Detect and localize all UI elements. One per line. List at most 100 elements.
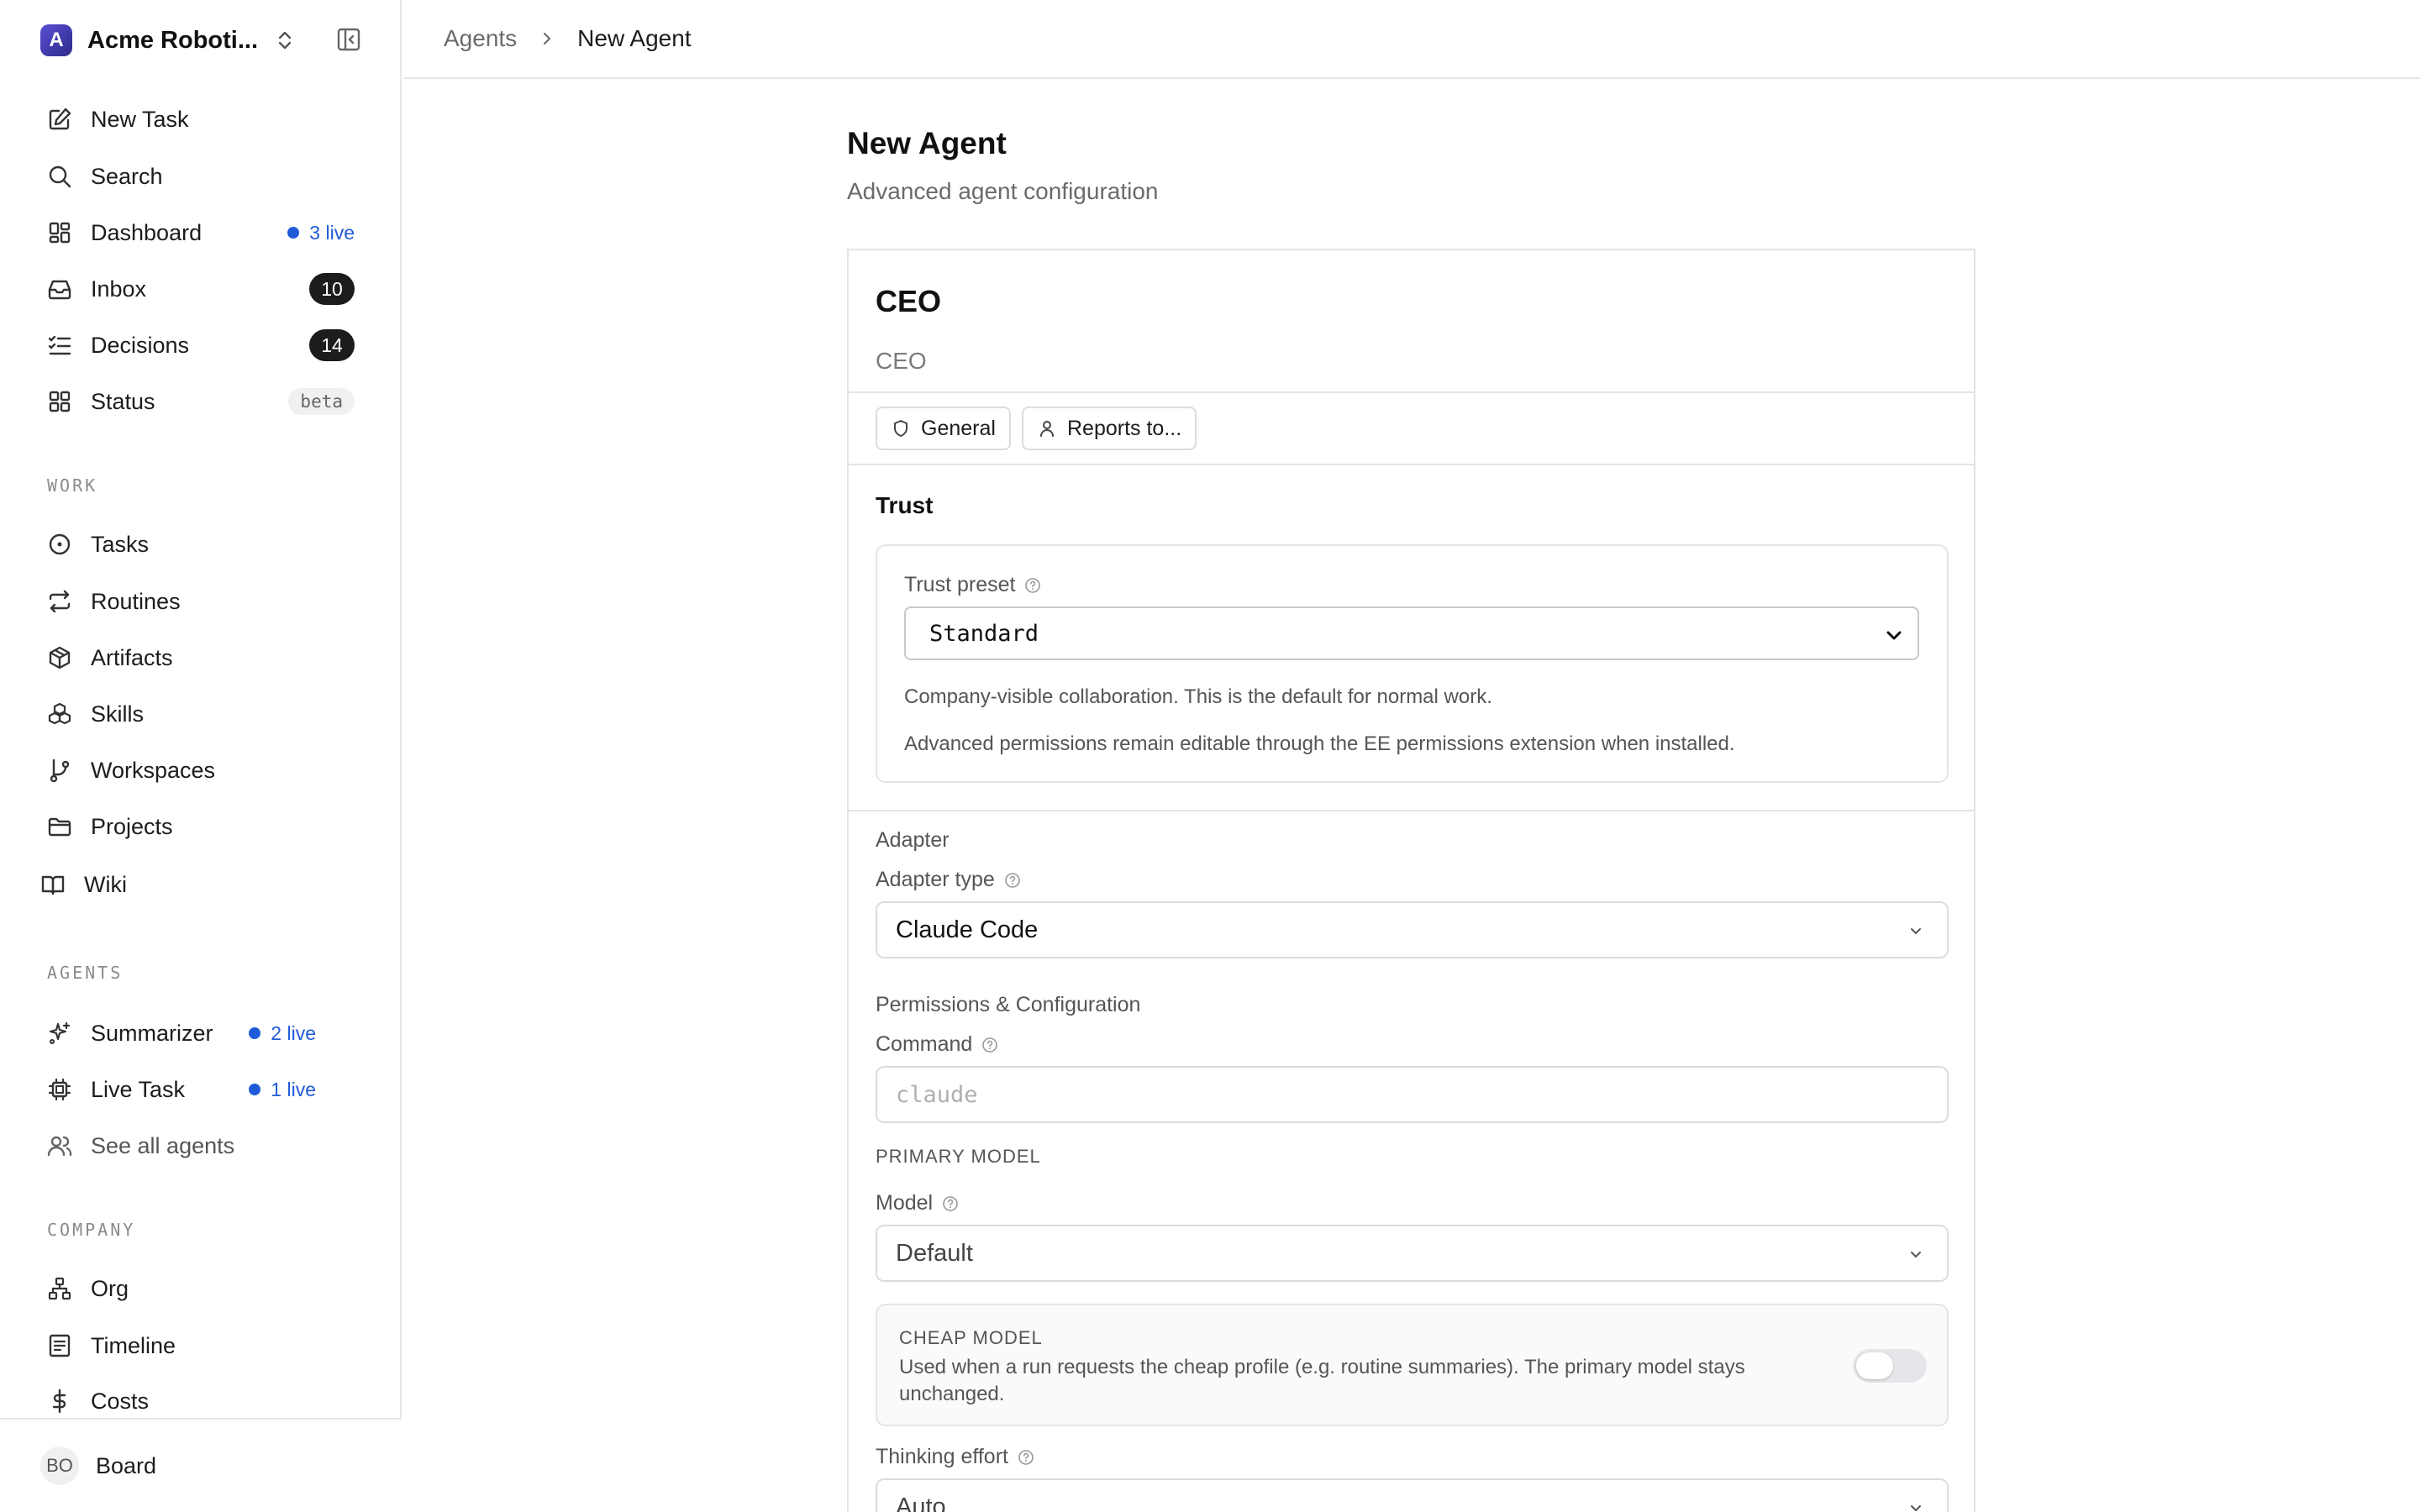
circle-dot-icon <box>45 530 74 559</box>
trust-preset-select[interactable]: Standard <box>904 606 1919 660</box>
book-open-icon <box>39 870 67 899</box>
page-subtitle: Advanced agent configuration <box>847 178 1159 204</box>
permissions-heading: Permissions & Configuration <box>876 993 1141 1016</box>
sidebar-item-artifacts[interactable]: Artifacts <box>45 634 365 681</box>
primary-model-heading: PRIMARY MODEL <box>876 1146 1041 1167</box>
sidebar-item-timeline[interactable]: Timeline <box>45 1322 365 1369</box>
toggle-knob <box>1856 1352 1893 1379</box>
field-label-text: Command <box>876 1032 973 1056</box>
search-icon <box>45 162 74 191</box>
general-chip[interactable]: General <box>876 407 1011 450</box>
sidebar-item-status[interactable]: Status beta <box>45 378 365 425</box>
breadcrumb: Agents New Agent <box>444 25 692 52</box>
collapse-sidebar-icon[interactable] <box>334 25 363 54</box>
model-select[interactable]: Default <box>876 1225 1949 1282</box>
cpu-icon <box>45 1075 74 1104</box>
sidebar-item-label: Search <box>91 163 163 189</box>
sidebar-item-label: New Task <box>91 106 189 132</box>
help-circle-icon[interactable] <box>1017 1448 1035 1467</box>
command-label: Command <box>876 1032 999 1057</box>
sidebar-item-label: Tasks <box>91 531 150 557</box>
trust-note: Advanced permissions remain editable thr… <box>904 732 1735 755</box>
boxes-icon <box>45 700 74 728</box>
field-label-text: Trust preset <box>904 573 1016 596</box>
sidebar-item-label: Dashboard <box>91 219 203 245</box>
sidebar-item-label: Inbox <box>91 276 147 302</box>
sidebar-item-dashboard[interactable]: Dashboard 3 live <box>45 209 365 256</box>
live-indicator: 3 live <box>287 222 355 244</box>
adapter-heading: Adapter <box>876 828 950 852</box>
sidebar-item-inbox[interactable]: Inbox 10 <box>45 265 365 312</box>
sidebar-item-label: Workspaces <box>91 757 216 783</box>
field-label-text: Model <box>876 1191 934 1215</box>
avatar: BO <box>40 1446 79 1485</box>
sidebar-item-new-task[interactable]: New Task <box>45 96 365 143</box>
grid-icon <box>45 387 74 416</box>
chevron-right-icon <box>539 30 555 47</box>
agent-name-field[interactable]: CEO <box>876 284 941 319</box>
section-heading-work: WORK <box>47 475 98 496</box>
agent-title-field[interactable]: CEO <box>876 348 927 375</box>
sidebar-item-summarizer[interactable]: Summarizer 2 live <box>45 1010 365 1057</box>
cheap-model-heading: CHEAP MODEL <box>899 1327 1043 1348</box>
sidebar-item-routines[interactable]: Routines <box>45 578 365 625</box>
live-dot <box>249 1027 261 1039</box>
sidebar-item-label: Timeline <box>91 1332 176 1358</box>
help-circle-icon[interactable] <box>1003 871 1022 890</box>
breadcrumb-agents-link[interactable]: Agents <box>444 25 517 52</box>
input-placeholder: claude <box>896 1081 978 1108</box>
select-value: Auto <box>896 1493 946 1512</box>
live-indicator: 1 live <box>249 1079 316 1101</box>
sidebar-item-tasks[interactable]: Tasks <box>45 521 365 568</box>
chevron-down-icon <box>1907 922 1925 941</box>
inbox-icon <box>45 275 74 303</box>
workspace-logo: A <box>40 24 72 56</box>
trust-section: Trust Trust preset Standard Company-visi… <box>849 465 1974 811</box>
cheap-model-toggle[interactable] <box>1853 1349 1927 1383</box>
sidebar: A Acme Roboti... New Task Search Dashboa… <box>0 0 402 1512</box>
user-icon <box>1037 418 1057 438</box>
chip-label: Reports to... <box>1067 416 1182 440</box>
thinking-effort-select[interactable]: Auto <box>876 1478 1949 1512</box>
select-value: Standard <box>929 620 1039 647</box>
sparkles-icon <box>45 1019 74 1047</box>
users-icon <box>45 1131 74 1160</box>
thinking-effort-label: Thinking effort <box>876 1445 1035 1469</box>
sidebar-item-see-all-agents[interactable]: See all agents <box>45 1122 365 1169</box>
sidebar-item-skills[interactable]: Skills <box>45 690 365 738</box>
sidebar-item-search[interactable]: Search <box>45 153 365 200</box>
user-menu[interactable]: BO Board <box>0 1418 402 1512</box>
sidebar-item-live-task[interactable]: Live Task 1 live <box>45 1066 365 1113</box>
sidebar-item-workspaces[interactable]: Workspaces <box>45 747 365 794</box>
section-heading-company: COMPANY <box>47 1220 136 1240</box>
chevron-up-down-icon <box>273 29 297 52</box>
sidebar-item-decisions[interactable]: Decisions 14 <box>45 322 365 369</box>
agent-chips: General Reports to... <box>849 393 1974 465</box>
live-count: 1 live <box>271 1078 316 1100</box>
help-circle-icon[interactable] <box>981 1036 999 1054</box>
sidebar-item-wiki[interactable]: Wiki <box>39 861 358 908</box>
package-icon <box>45 643 74 672</box>
help-circle-icon[interactable] <box>941 1194 960 1213</box>
sidebar-item-label: Status <box>91 388 155 414</box>
command-input[interactable]: claude <box>876 1066 1949 1123</box>
folder-icon <box>45 812 74 841</box>
chevron-down-icon <box>1907 1246 1925 1264</box>
list-document-icon <box>45 1331 74 1360</box>
live-dot <box>249 1084 261 1095</box>
live-dot <box>287 227 300 239</box>
workspace-name: Acme Roboti... <box>87 26 259 54</box>
agent-header: CEO CEO <box>849 250 1974 393</box>
workspace-switcher[interactable]: A Acme Roboti... <box>40 24 360 57</box>
select-value: Claude Code <box>896 916 1039 943</box>
git-branch-icon <box>45 756 74 785</box>
adapter-type-select[interactable]: Claude Code <box>876 901 1949 958</box>
breadcrumb-current: New Agent <box>577 25 692 51</box>
adapter-type-label: Adapter type <box>876 868 1022 892</box>
reports-to-chip[interactable]: Reports to... <box>1022 407 1197 450</box>
sidebar-item-projects[interactable]: Projects <box>45 803 365 850</box>
sidebar-item-org[interactable]: Org <box>45 1265 365 1312</box>
cheap-model-description: Used when a run requests the cheap profi… <box>899 1356 1745 1405</box>
help-circle-icon[interactable] <box>1023 576 1042 595</box>
edit-icon <box>45 105 74 134</box>
